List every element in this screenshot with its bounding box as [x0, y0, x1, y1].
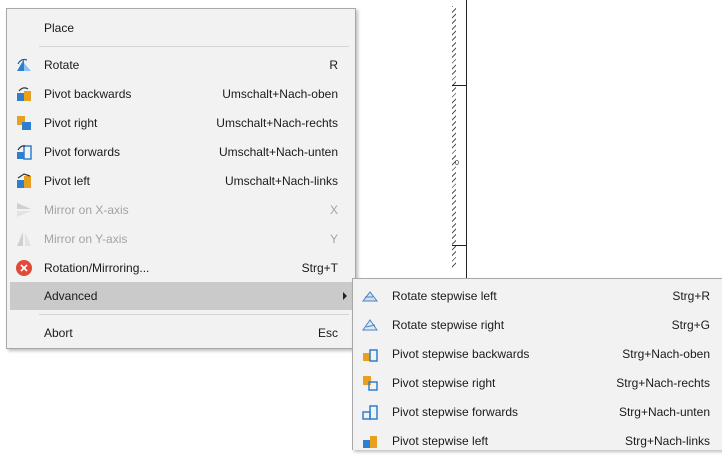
- submenu-item-pivot-stepwise-backwards[interactable]: Pivot stepwise backwards Strg+Nach-oben: [356, 340, 719, 368]
- menu-item-shortcut: Umschalt+Nach-unten: [218, 145, 338, 159]
- menu-item-shortcut: X: [329, 203, 338, 217]
- menu-item-shortcut: Umschalt+Nach-oben: [222, 87, 338, 101]
- pivot-stepwise-backwards-icon: [361, 345, 379, 363]
- menu-item-shortcut: Umschalt+Nach-links: [224, 174, 338, 188]
- menu-item-shortcut: Strg+G: [671, 318, 710, 332]
- drawing-dimension-label: 0: [455, 160, 459, 167]
- menu-item-rotation-mirroring[interactable]: Rotation/Mirroring... Strg+T: [10, 254, 352, 282]
- menu-item-shortcut: Strg+Nach-rechts: [616, 376, 710, 390]
- menu-item-shortcut: Umschalt+Nach-rechts: [216, 116, 338, 130]
- menu-item-label: Abort: [44, 326, 73, 340]
- drawing-dimension-tick: [452, 245, 466, 246]
- menu-item-label: Pivot right: [44, 116, 98, 130]
- menu-item-rotate[interactable]: Rotate R: [10, 51, 352, 79]
- submenu-item-rotate-stepwise-right[interactable]: Rotate stepwise right Strg+G: [356, 311, 719, 339]
- submenu-arrow-icon: [343, 292, 347, 300]
- menu-item-label: Pivot stepwise right: [392, 376, 496, 390]
- menu-item-label: Mirror on Y-axis: [44, 232, 128, 246]
- menu-item-label: Place: [44, 21, 75, 35]
- menu-item-mirror-x[interactable]: Mirror on X-axis X: [10, 196, 352, 224]
- rotate-stepwise-left-icon: [361, 287, 379, 305]
- menu-item-label: Pivot forwards: [44, 145, 121, 159]
- pivot-forwards-icon: [15, 143, 33, 161]
- drawing-dimension-tick: [452, 85, 466, 86]
- rotate-icon: [15, 56, 33, 74]
- menu-item-label: Pivot backwards: [44, 87, 132, 101]
- submenu-item-pivot-stepwise-left[interactable]: Pivot stepwise left Strg+Nach-links: [356, 427, 719, 455]
- menu-item-pivot-backwards[interactable]: Pivot backwards Umschalt+Nach-oben: [10, 80, 352, 108]
- mirror-y-icon: [15, 230, 33, 248]
- menu-item-label: Rotate stepwise right: [392, 318, 505, 332]
- mirror-x-icon: [15, 201, 33, 219]
- pivot-backwards-icon: [15, 85, 33, 103]
- menu-item-label: Pivot left: [44, 174, 91, 188]
- menu-item-shortcut: R: [329, 58, 338, 72]
- submenu-item-pivot-stepwise-forwards[interactable]: Pivot stepwise forwards Strg+Nach-unten: [356, 398, 719, 426]
- menu-item-shortcut: Y: [329, 232, 338, 246]
- menu-item-shortcut: Strg+Nach-oben: [622, 347, 710, 361]
- menu-separator: [39, 46, 349, 47]
- menu-item-shortcut: Strg+R: [672, 289, 710, 303]
- pivot-stepwise-left-icon: [361, 432, 379, 450]
- advanced-submenu: Rotate stepwise left Strg+R Rotate stepw…: [352, 278, 722, 450]
- menu-item-label: Pivot stepwise forwards: [392, 405, 519, 419]
- menu-item-mirror-y[interactable]: Mirror on Y-axis Y: [10, 225, 352, 253]
- drawing-wall-hatch: [452, 6, 456, 268]
- menu-item-pivot-left[interactable]: Pivot left Umschalt+Nach-links: [10, 167, 352, 195]
- menu-item-shortcut: Strg+Nach-unten: [618, 405, 710, 419]
- menu-item-place[interactable]: Place: [10, 14, 352, 42]
- menu-item-shortcut: Strg+T: [301, 261, 338, 275]
- context-menu: Place Rotate R Pivot backwards Umschalt+…: [6, 8, 356, 349]
- menu-item-pivot-right[interactable]: Pivot right Umschalt+Nach-rechts: [10, 109, 352, 137]
- menu-item-pivot-forwards[interactable]: Pivot forwards Umschalt+Nach-unten: [10, 138, 352, 166]
- menu-item-abort[interactable]: Abort Esc: [10, 319, 352, 347]
- menu-item-advanced[interactable]: Advanced: [10, 282, 352, 310]
- menu-item-label: Rotate stepwise left: [392, 289, 497, 303]
- submenu-item-pivot-stepwise-right[interactable]: Pivot stepwise right Strg+Nach-rechts: [356, 369, 719, 397]
- menu-separator: [39, 314, 349, 315]
- menu-item-label: Pivot stepwise left: [392, 434, 489, 448]
- menu-item-shortcut: Strg+Nach-links: [624, 434, 710, 448]
- menu-item-label: Rotate: [44, 58, 80, 72]
- menu-item-label: Pivot stepwise backwards: [392, 347, 530, 361]
- submenu-item-rotate-stepwise-left[interactable]: Rotate stepwise left Strg+R: [356, 282, 719, 310]
- rotate-stepwise-right-icon: [361, 316, 379, 334]
- pivot-right-icon: [15, 114, 33, 132]
- pivot-left-icon: [15, 172, 33, 190]
- pivot-stepwise-forwards-icon: [361, 403, 379, 421]
- menu-item-label: Mirror on X-axis: [44, 203, 129, 217]
- rotation-mirroring-icon: [15, 259, 33, 277]
- menu-item-label: Advanced: [44, 289, 98, 303]
- pivot-stepwise-right-icon: [361, 374, 379, 392]
- menu-item-label: Rotation/Mirroring...: [44, 261, 150, 275]
- menu-item-shortcut: Esc: [317, 326, 338, 340]
